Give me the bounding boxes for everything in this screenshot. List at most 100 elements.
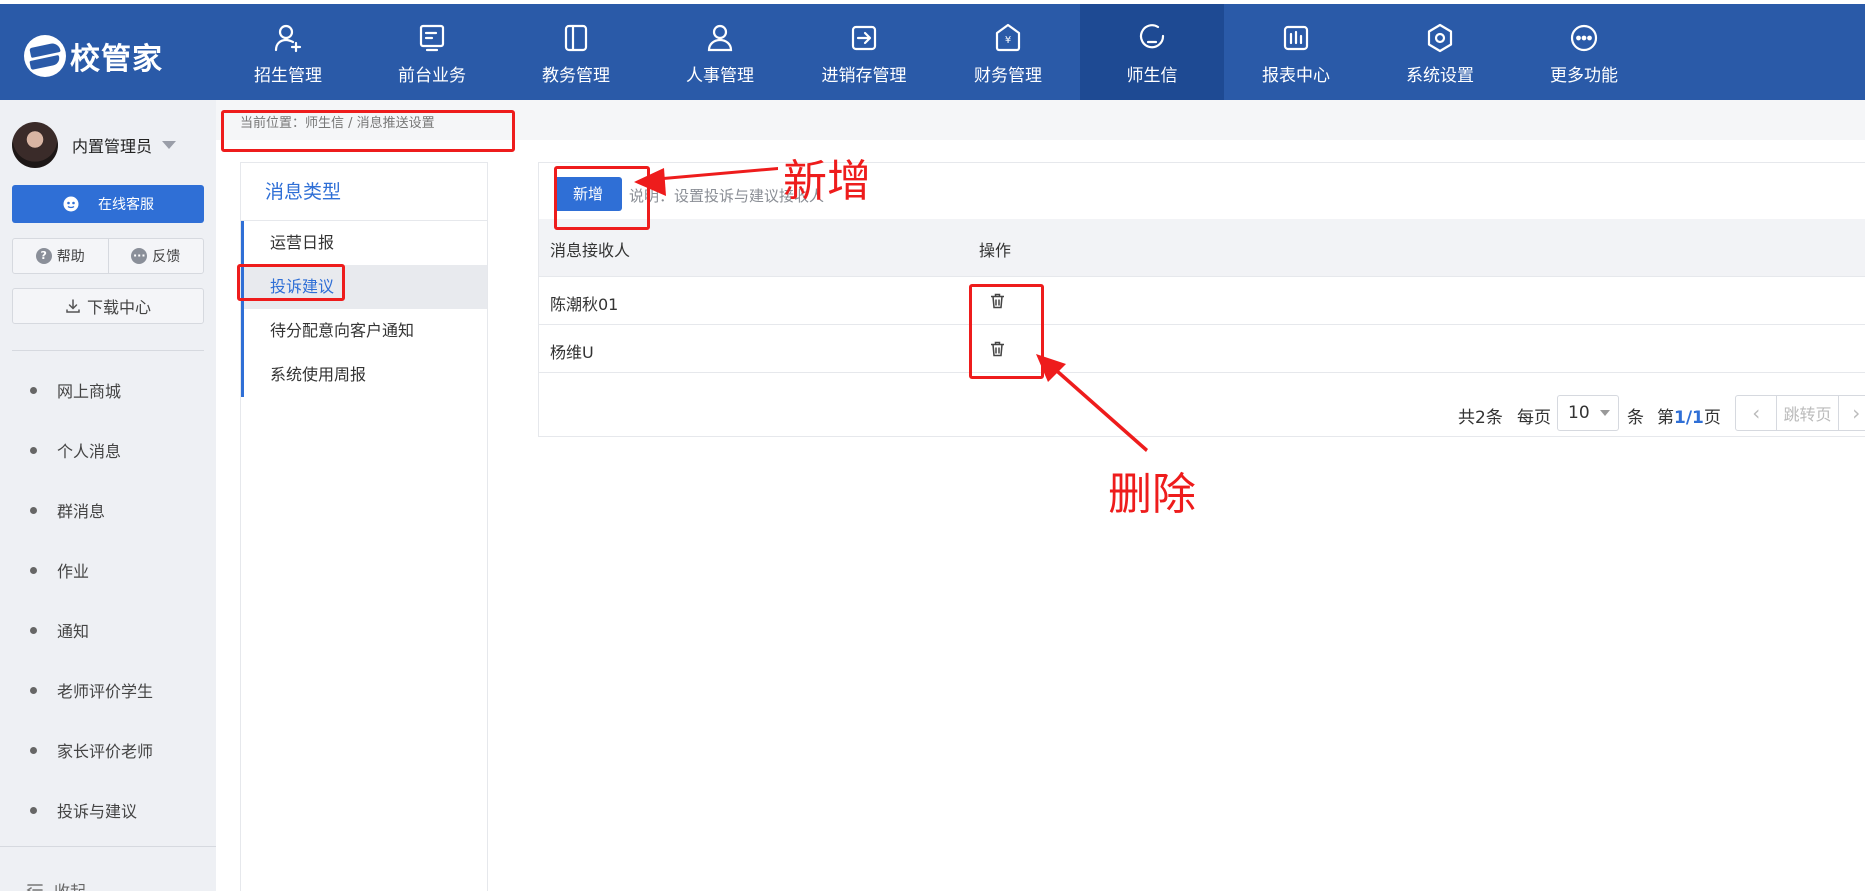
logo-text: 校管家 <box>70 42 163 77</box>
user-menu[interactable]: 内置管理员 <box>12 120 177 170</box>
sidebar-item-complaints[interactable]: 投诉与建议 <box>0 780 216 840</box>
sidebar-item-group-messages[interactable]: 群消息 <box>0 480 216 540</box>
breadcrumb-bar: 当前位置：师生信 / 消息推送设置 <box>216 100 1865 140</box>
nav-item-settings[interactable]: 系统设置 <box>1368 4 1512 100</box>
add-button[interactable]: 新增 <box>554 177 622 211</box>
collapse-label: 收起 <box>54 878 86 891</box>
bullet-icon <box>30 746 37 754</box>
table-row: 陈潮秋01 <box>539 277 1865 325</box>
nav-item-front-desk[interactable]: 前台业务 <box>360 4 504 100</box>
recipient-table-panel: 新增 说明：设置投诉与建议接收人 消息接收人 操作 陈潮秋01 杨维U 共2条 … <box>538 162 1865 437</box>
sidebar-item-label: 作业 <box>57 562 90 581</box>
main-nav: 招生管理 前台业务 教务管理 人事管理 进销存管理 ¥ 财务管理 师生信 报表中 <box>216 4 1656 100</box>
sidebar-item-teacher-evaluates-student[interactable]: 老师评价学生 <box>0 660 216 720</box>
page-indicator: 第1/1页 <box>1657 403 1721 428</box>
online-service-button[interactable]: 在线客服 <box>12 185 204 223</box>
nav-item-academic[interactable]: 教务管理 <box>504 4 648 100</box>
sidebar-item-label: 群消息 <box>57 502 106 521</box>
bullet-icon <box>30 446 37 454</box>
sidebar-item-homework[interactable]: 作业 <box>0 540 216 600</box>
sidebar-item-notices[interactable]: 通知 <box>0 600 216 660</box>
nav-item-finance[interactable]: ¥ 财务管理 <box>936 4 1080 100</box>
book-icon <box>564 24 588 52</box>
logo-mark-icon <box>24 35 66 77</box>
monitor-icon <box>419 24 445 52</box>
jump-page-button[interactable]: 跳转页 <box>1777 396 1839 430</box>
feedback-button[interactable]: ··· 反馈 <box>107 239 204 273</box>
user-name: 内置管理员 <box>72 137 153 156</box>
collapse-sidebar-button[interactable]: 收起 <box>26 878 86 891</box>
bullet-icon <box>30 386 37 394</box>
next-page-button[interactable]: › <box>1839 396 1865 430</box>
download-center-label: 下载中心 <box>86 298 151 317</box>
arrow-box-icon <box>851 25 877 51</box>
help-feedback-row: ? 帮助 ··· 反馈 <box>12 238 204 274</box>
user-add-icon <box>274 24 302 53</box>
trash-icon[interactable] <box>990 341 1005 357</box>
sidebar-item-online-mall[interactable]: 网上商城 <box>0 360 216 420</box>
message-type-title: 消息类型 <box>241 163 487 221</box>
help-label: 帮助 <box>56 249 85 265</box>
type-item-complaints[interactable]: 投诉建议 <box>241 265 487 309</box>
nav-item-hr[interactable]: 人事管理 <box>648 4 792 100</box>
page-size-value: 10 <box>1568 403 1590 423</box>
table-row: 杨维U <box>539 325 1865 373</box>
nav-item-more[interactable]: 更多功能 <box>1512 4 1656 100</box>
online-service-label: 在线客服 <box>98 197 154 213</box>
page-size-unit: 条 <box>1627 408 1644 428</box>
total-count: 共2条 <box>1458 408 1503 428</box>
page-navigation: ‹ 跳转页 › <box>1735 395 1865 431</box>
type-item-weekly-report[interactable]: 系统使用周报 <box>241 353 487 397</box>
help-button[interactable]: ? 帮助 <box>13 239 108 273</box>
bullet-icon <box>30 506 37 514</box>
nav-item-reports[interactable]: 报表中心 <box>1224 4 1368 100</box>
avatar <box>12 122 58 168</box>
pagination: 共2条 每页 10 条 第1/1页 ‹ 跳转页 › <box>539 393 1865 438</box>
message-type-panel: 消息类型 运营日报 投诉建议 待分配意向客户通知 系统使用周报 <box>240 162 488 891</box>
type-item-daily-report[interactable]: 运营日报 <box>241 221 487 265</box>
sidebar-item-label: 网上商城 <box>57 382 122 401</box>
person-icon <box>707 24 733 52</box>
caret-down-icon <box>162 141 177 149</box>
caret-down-icon <box>1599 410 1610 416</box>
bullet-icon <box>30 566 37 574</box>
chat-bubble-icon <box>1139 24 1165 49</box>
chevron-right-icon: › <box>1852 401 1861 425</box>
type-item-unassigned-leads[interactable]: 待分配意向客户通知 <box>241 309 487 353</box>
column-header-recipient: 消息接收人 <box>550 241 631 260</box>
page-size-select[interactable]: 10 <box>1557 395 1619 431</box>
download-icon <box>66 299 80 313</box>
bar-chart-icon <box>1283 25 1309 51</box>
bullet-icon <box>30 686 37 694</box>
headset-icon <box>63 196 79 212</box>
recipient-name: 陈潮秋01 <box>550 295 619 314</box>
download-center-button[interactable]: 下载中心 <box>12 288 204 324</box>
top-navigation-bar: 校管家 招生管理 前台业务 教务管理 人事管理 进销存管理 ¥ 财务管理 师生信… <box>0 0 1865 100</box>
sidebar-item-parent-evaluates-teacher[interactable]: 家长评价老师 <box>0 720 216 780</box>
divider <box>0 846 216 847</box>
breadcrumb: 当前位置：师生信 / 消息推送设置 <box>240 116 435 131</box>
sidebar-item-personal-messages[interactable]: 个人消息 <box>0 420 216 480</box>
nav-item-teacher-student[interactable]: 师生信 <box>1080 4 1224 100</box>
page-suffix: 页 <box>1703 408 1721 428</box>
sidebar-item-label: 投诉与建议 <box>57 802 138 821</box>
prev-page-button[interactable]: ‹ <box>1736 396 1778 430</box>
nav-item-enrollment[interactable]: 招生管理 <box>216 4 360 100</box>
yuan-house-icon: ¥ <box>995 23 1021 52</box>
question-icon: ? <box>35 248 52 264</box>
trash-icon[interactable] <box>990 293 1005 309</box>
description-note: 说明：设置投诉与建议接收人 <box>629 187 825 205</box>
left-sidebar: 内置管理员 在线客服 ? 帮助 ··· 反馈 下载中心 网上商城 个人消息 群消… <box>0 100 216 891</box>
divider <box>12 350 204 351</box>
page-current: 1/1 <box>1674 408 1704 428</box>
sidebar-item-label: 通知 <box>57 622 90 641</box>
table-header: 消息接收人 操作 <box>539 219 1865 277</box>
column-header-actions: 操作 <box>979 241 1012 260</box>
feedback-label: 反馈 <box>152 249 181 265</box>
hexagon-gear-icon <box>1427 23 1453 53</box>
nav-item-inventory[interactable]: 进销存管理 <box>792 4 936 100</box>
more-circle-icon <box>1570 24 1598 52</box>
chevron-left-icon: ‹ <box>1752 401 1761 425</box>
app-logo[interactable]: 校管家 <box>24 34 163 78</box>
bullet-icon <box>30 626 37 634</box>
